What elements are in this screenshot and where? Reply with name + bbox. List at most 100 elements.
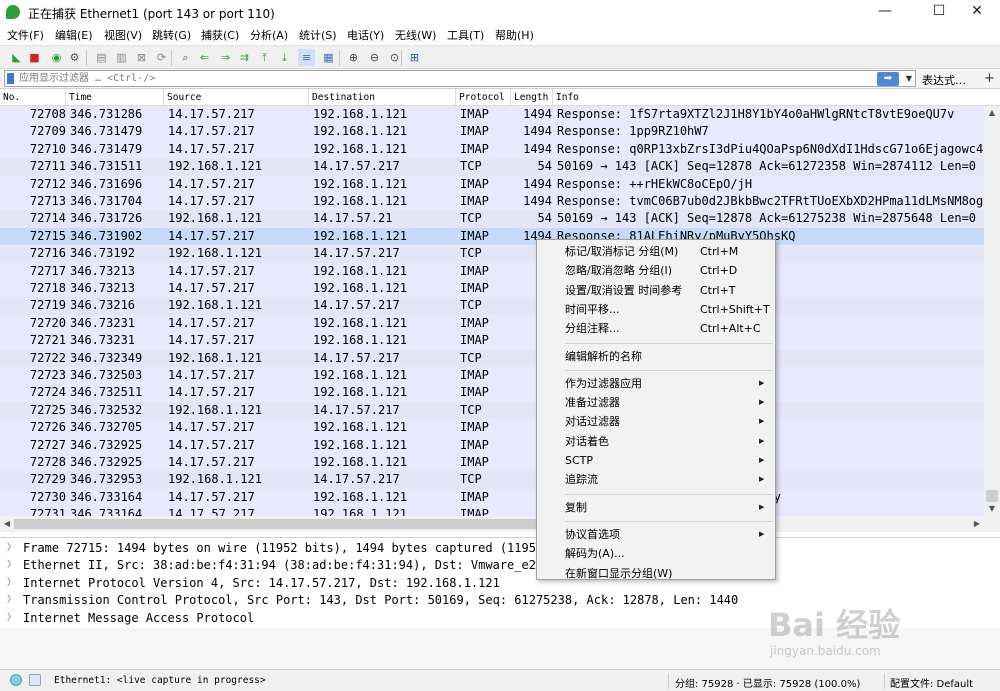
- context-menu-item[interactable]: 作为过滤器应用 ▶: [537, 374, 775, 393]
- add-filter-button[interactable]: +: [984, 71, 995, 86]
- close-file-icon[interactable]: ⊠: [133, 49, 150, 66]
- packet-row[interactable]: 72718 346.73213 14.17.57.217 192.168.1.121 I…: [0, 280, 984, 298]
- expert-info-icon[interactable]: [29, 674, 41, 686]
- scroll-down-arrow-icon[interactable]: ▼: [984, 502, 1000, 516]
- packet-row[interactable]: 72730 346.733164 14.17.57.217 192.168.1.121…: [0, 488, 984, 507]
- packet-row[interactable]: 72721 346.73231 14.17.57.217 192.168.1.121 I…: [0, 332, 984, 350]
- column-header-destination[interactable]: Destination: [309, 89, 456, 106]
- packet-row[interactable]: 72709 346.731479 14.17.57.217 192.168.1.121…: [0, 123, 984, 141]
- column-header-source[interactable]: Source: [164, 89, 309, 106]
- menu-item-4[interactable]: 捕获(C): [201, 27, 239, 43]
- colorize-icon[interactable]: ▦: [320, 49, 337, 66]
- menu-item-9[interactable]: 工具(T): [447, 27, 484, 43]
- column-header-length[interactable]: Length: [511, 89, 553, 106]
- go-back-icon[interactable]: ⇐: [196, 49, 213, 66]
- horizontal-scroll-thumb[interactable]: [14, 519, 538, 529]
- context-menu-item[interactable]: 编辑解析的名称: [537, 347, 775, 366]
- packet-row[interactable]: 72725 346.732532 192.168.1.121 14.17.57.217…: [0, 401, 984, 420]
- packet-row[interactable]: 72708 346.731286 14.17.57.217 192.168.1.121…: [0, 106, 984, 124]
- zoom-out-icon[interactable]: ⊖: [366, 49, 383, 66]
- stop-capture-icon[interactable]: ■: [26, 49, 43, 66]
- context-menu-item[interactable]: 准备过滤器 ▶: [537, 393, 775, 412]
- restart-capture-icon[interactable]: ◉: [48, 49, 65, 66]
- expression-button[interactable]: 表达式…: [922, 72, 966, 88]
- menu-item-3[interactable]: 跳转(G): [152, 27, 191, 43]
- first-packet-icon[interactable]: ⤒: [256, 49, 273, 66]
- packet-row[interactable]: 72712 346.731696 14.17.57.217 192.168.1.121…: [0, 175, 984, 193]
- packet-row[interactable]: 72711 346.731511 192.168.1.121 14.17.57.217…: [0, 158, 984, 176]
- go-forward-icon[interactable]: ⇒: [217, 49, 234, 66]
- expand-arrow-icon[interactable]: 〉: [7, 610, 16, 627]
- context-menu-item[interactable]: 标记/取消标记 分组(M) Ctrl+M: [537, 242, 775, 261]
- filter-history-dropdown[interactable]: ▼: [903, 72, 915, 86]
- menu-item-1[interactable]: 编辑(E): [55, 27, 93, 43]
- packet-list-horizontal-scrollbar[interactable]: ◀ ▶: [0, 516, 1000, 532]
- vertical-scroll-thumb[interactable]: [986, 490, 998, 502]
- menu-item-0[interactable]: 文件(F): [7, 27, 44, 43]
- open-file-icon[interactable]: ▤: [93, 49, 110, 66]
- column-header-no[interactable]: No.: [0, 89, 66, 106]
- column-header-time[interactable]: Time: [66, 89, 164, 106]
- context-menu-item[interactable]: 在新窗口显示分组(W): [537, 564, 775, 583]
- close-button[interactable]: ✕: [954, 0, 1000, 24]
- packet-row[interactable]: 72724 346.732511 14.17.57.217 192.168.1.121…: [0, 384, 984, 402]
- go-to-packet-icon[interactable]: ⇉: [236, 49, 253, 66]
- expand-arrow-icon[interactable]: 〉: [7, 575, 16, 592]
- scroll-left-arrow-icon[interactable]: ◀: [0, 516, 14, 532]
- filter-bookmark-icon[interactable]: [7, 73, 14, 84]
- apply-filter-button[interactable]: ➡: [877, 72, 899, 86]
- packet-row[interactable]: 72723 346.732503 14.17.57.217 192.168.1.121…: [0, 367, 984, 385]
- context-menu-item[interactable]: 忽略/取消忽略 分组(I) Ctrl+D: [537, 261, 775, 280]
- packet-row[interactable]: 72731 346.733164 14.17.57.217 192.168.1.121…: [0, 506, 984, 516]
- scroll-right-arrow-icon[interactable]: ▶: [970, 516, 984, 532]
- expand-arrow-icon[interactable]: 〉: [7, 592, 16, 609]
- packet-row[interactable]: 72722 346.732349 192.168.1.121 14.17.57.217…: [0, 349, 984, 367]
- context-menu-item[interactable]: 时间平移... Ctrl+Shift+T: [537, 300, 775, 319]
- context-menu-item[interactable]: SCTP ▶: [537, 451, 775, 470]
- display-filter-input[interactable]: [4, 70, 916, 87]
- resize-columns-icon[interactable]: ⊞: [406, 49, 423, 66]
- menu-item-8[interactable]: 无线(W): [395, 27, 436, 43]
- packet-list-vertical-scrollbar[interactable]: ▲ ▼: [984, 106, 1000, 516]
- zoom-in-icon[interactable]: ⊕: [345, 49, 362, 66]
- detail-tree-row[interactable]: 〉 Internet Protocol Version 4, Src: 14.17…: [0, 575, 1000, 592]
- detail-tree-row[interactable]: 〉 Ethernet II, Src: 38:ad:be:f4:31:94 (38…: [0, 557, 1000, 574]
- context-menu-item[interactable]: 追踪流 ▶: [537, 470, 775, 489]
- packet-row[interactable]: 72717 346.73213 14.17.57.217 192.168.1.121 I…: [0, 262, 984, 280]
- packet-row[interactable]: 72729 346.732953 192.168.1.121 14.17.57.217…: [0, 471, 984, 489]
- packet-row[interactable]: 72727 346.732925 14.17.57.217 192.168.1.121…: [0, 436, 984, 454]
- capture-status-icon[interactable]: [10, 674, 22, 686]
- packet-row[interactable]: 72713 346.731704 14.17.57.217 192.168.1.121…: [0, 193, 984, 211]
- context-menu-item[interactable]: 对话着色 ▶: [537, 432, 775, 451]
- last-packet-icon[interactable]: ⤓: [276, 49, 293, 66]
- context-menu-item[interactable]: 解码为(A)...: [537, 544, 775, 563]
- menu-item-10[interactable]: 帮助(H): [495, 27, 534, 43]
- packet-row[interactable]: 72719 346.73216 192.168.1.121 14.17.57.217 T…: [0, 297, 984, 315]
- packet-row[interactable]: 72710 346.731479 14.17.57.217 192.168.1.121…: [0, 140, 984, 159]
- auto-scroll-icon[interactable]: ≡: [298, 49, 315, 66]
- scroll-up-arrow-icon[interactable]: ▲: [984, 106, 1000, 120]
- minimize-button[interactable]: —: [862, 0, 908, 24]
- packet-row[interactable]: 72716 346.73192 192.168.1.121 14.17.57.217 T…: [0, 245, 984, 263]
- context-menu-item[interactable]: 设置/取消设置 时间参考 Ctrl+T: [537, 281, 775, 300]
- expand-arrow-icon[interactable]: 〉: [7, 540, 16, 557]
- menu-item-6[interactable]: 统计(S): [299, 27, 337, 43]
- find-packet-icon[interactable]: ⌕: [177, 49, 194, 66]
- selected-packet-row[interactable]: 72715 346.731902 14.17.57.217 192.168.1.121…: [0, 227, 984, 246]
- reload-icon[interactable]: ⟳: [153, 49, 170, 66]
- menu-item-2[interactable]: 视图(V): [104, 27, 142, 43]
- context-menu-item[interactable]: 协议首选项 ▶: [537, 525, 775, 544]
- packet-row[interactable]: 72728 346.732925 14.17.57.217 192.168.1.121…: [0, 454, 984, 472]
- profile-text[interactable]: 配置文件: Default: [890, 675, 973, 690]
- packet-row[interactable]: 72714 346.731726 192.168.1.121 14.17.57.21 T…: [0, 210, 984, 228]
- context-menu-item[interactable]: 分组注释... Ctrl+Alt+C: [537, 319, 775, 338]
- column-header-info[interactable]: Info: [553, 89, 1000, 106]
- menu-item-5[interactable]: 分析(A): [250, 27, 288, 43]
- capture-options-icon[interactable]: ⚙: [66, 49, 83, 66]
- save-file-icon[interactable]: ▥: [113, 49, 130, 66]
- context-menu-item[interactable]: 复制 ▶: [537, 498, 775, 517]
- detail-tree-row[interactable]: 〉 Frame 72715: 1494 bytes on wire (11952 …: [0, 540, 1000, 557]
- column-header-protocol[interactable]: Protocol: [456, 89, 511, 106]
- menu-item-7[interactable]: 电话(Y): [347, 27, 384, 43]
- expand-arrow-icon[interactable]: 〉: [7, 557, 16, 574]
